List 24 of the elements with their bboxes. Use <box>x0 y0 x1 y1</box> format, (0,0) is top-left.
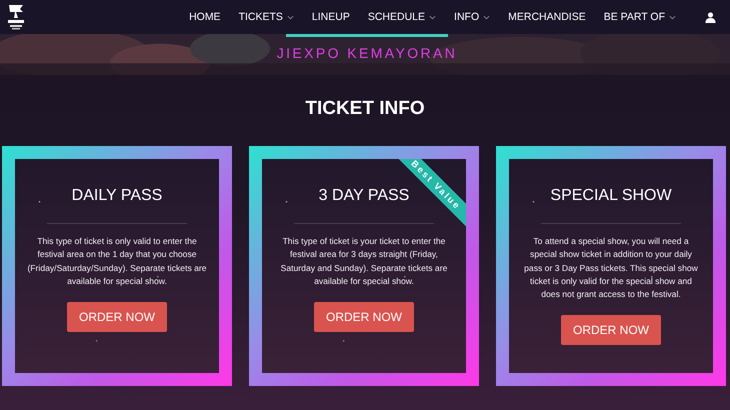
order-button[interactable]: ORDER NOW <box>314 302 414 332</box>
nav-link[interactable]: HOME <box>180 11 230 23</box>
logo-icon[interactable] <box>6 3 26 31</box>
nav-link[interactable]: MERCHANDISE <box>499 11 595 23</box>
ticket-description: To attend a special show, you will need a special show ticket in addition to your daily pass or 3 Day Pass tickets. This special show ticket is only valid for the special show and does not grant access to the festival. <box>523 235 699 302</box>
nav-link[interactable]: BE PART OF <box>594 11 685 23</box>
caret-icon <box>669 14 676 20</box>
ticket-description: This type of ticket is only valid to enter the festival area on the 1 day that you choose (Friday/Saturday/Sunday). Separate tickets are available for special show. <box>27 235 207 288</box>
venue-text: JIEXPO KEMAYORAN <box>276 45 458 61</box>
ticket-description: This type of ticket is your ticket to enter the festival area for 3 days straight (Friday, Saturday and Sunday). Separate tickets are available for special show. <box>280 235 448 288</box>
ticket-title: DAILY PASS <box>72 187 162 205</box>
order-button[interactable]: ORDER NOW <box>561 315 661 346</box>
caret-icon <box>429 14 436 20</box>
order-button[interactable]: ORDER NOW <box>67 302 167 332</box>
section-title: TICKET INFO <box>304 97 426 121</box>
ticket-title: 3 DAY PASS <box>318 187 410 205</box>
ticket-title: SPECIAL SHOW <box>550 187 672 205</box>
nav-link[interactable]: TICKETS <box>230 11 303 23</box>
nav-link[interactable]: LINEUP <box>302 11 359 23</box>
nav-link[interactable]: INFO <box>445 11 500 23</box>
caret-icon <box>286 14 294 20</box>
user-icon[interactable] <box>705 12 716 22</box>
caret-icon <box>483 14 490 20</box>
nav-link[interactable]: SCHEDULE <box>358 11 446 23</box>
